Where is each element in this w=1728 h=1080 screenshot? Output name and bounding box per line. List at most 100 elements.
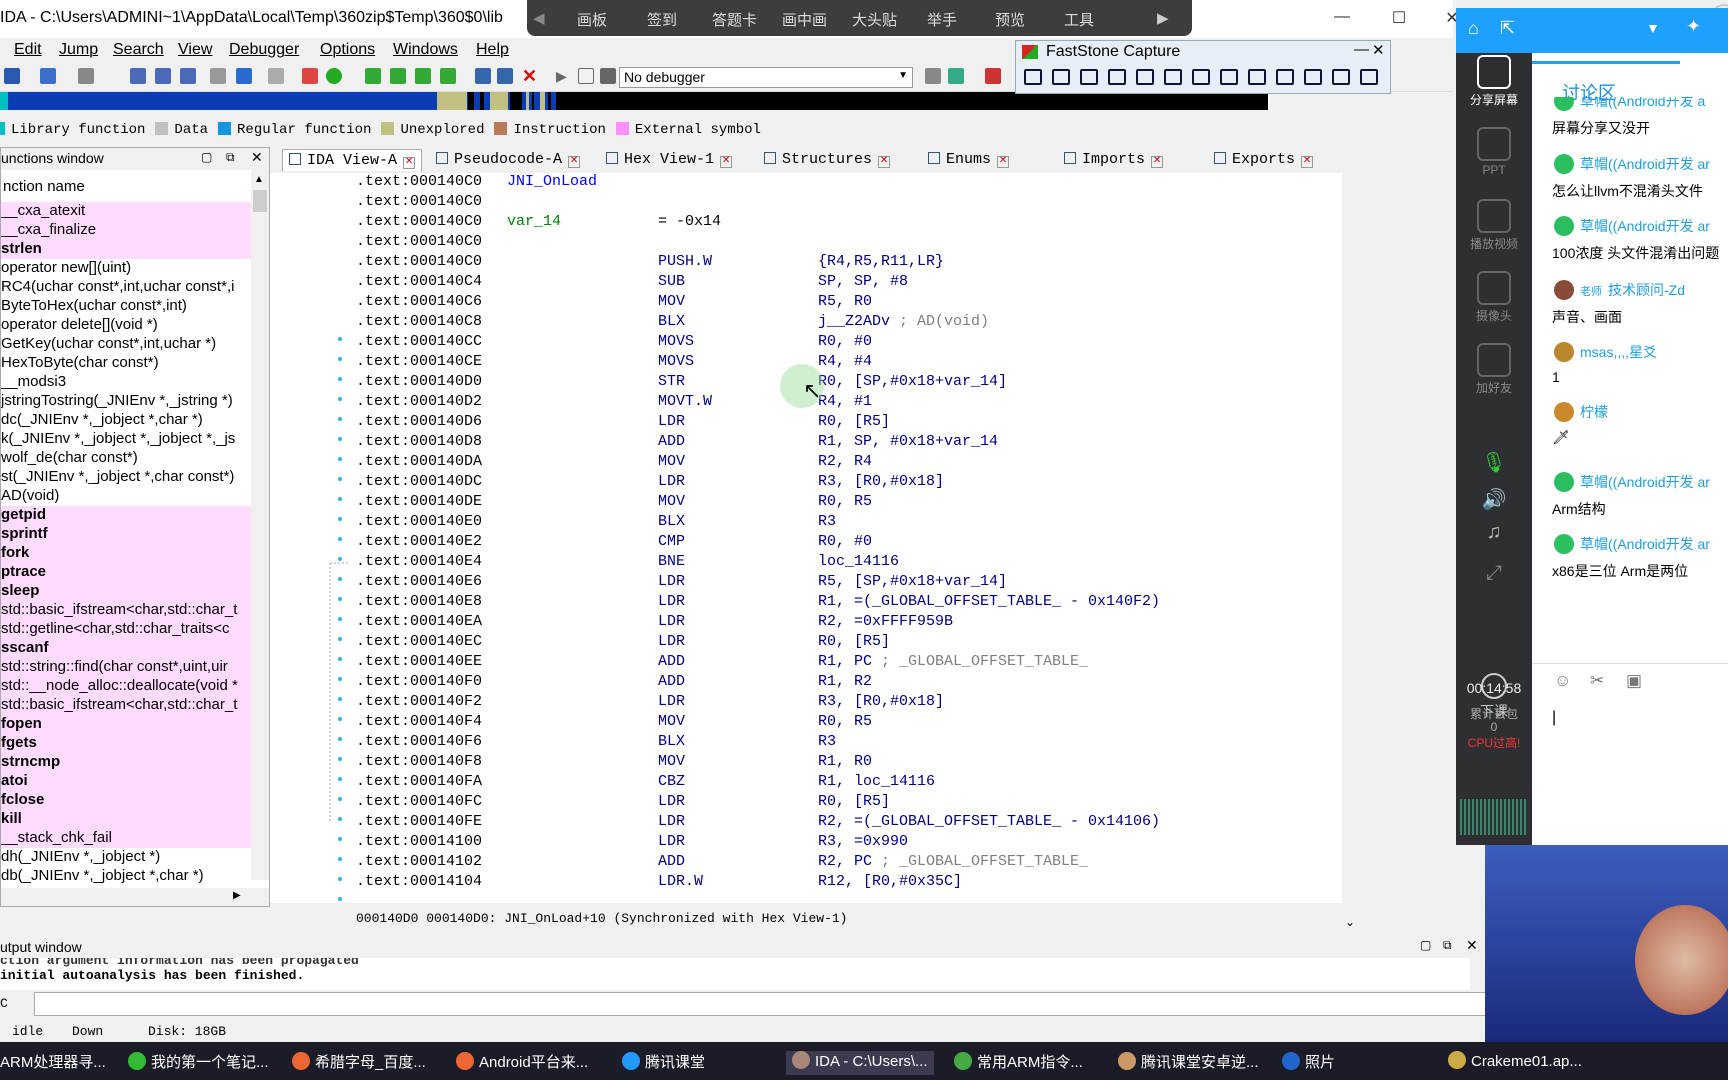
taskbar-item[interactable]: IDA - C:\Users\...: [786, 1051, 934, 1075]
recorder-item[interactable]: 举手: [927, 9, 957, 30]
chat-sender[interactable]: 草帽((Android开发 a: [1554, 97, 1705, 111]
menu-item[interactable]: Windows: [393, 41, 458, 59]
function-list-item[interactable]: strncmp: [1, 753, 251, 772]
fullscreen-icon[interactable]: ⤢: [1456, 562, 1532, 585]
recorder-item[interactable]: 预览: [995, 9, 1025, 30]
undefine-icon[interactable]: ✕: [522, 67, 538, 85]
breakpoint-dot[interactable]: [338, 777, 342, 781]
taskbar-item[interactable]: 常用ARM指令...: [954, 1051, 1083, 1075]
taskbar-item[interactable]: 我的第一个笔记...: [128, 1051, 269, 1075]
breakpoint-dot[interactable]: [338, 677, 342, 681]
back-icon[interactable]: [40, 68, 56, 84]
capture-tool-icon[interactable]: [1024, 69, 1042, 85]
code-line[interactable]: .text:000140EC LDR R0, [R5]: [356, 633, 890, 653]
align-icon[interactable]: [415, 68, 431, 84]
run-icon[interactable]: [326, 68, 342, 84]
tab-hex-view-1[interactable]: Hex View-1 ✕: [600, 149, 738, 171]
function-list-item[interactable]: jstringTostring(_JNIEnv *,_jstring *): [1, 392, 251, 411]
scroll-right-icon[interactable]: ▶: [233, 890, 241, 901]
breakpoint-dot[interactable]: [338, 337, 342, 341]
function-list-item[interactable]: fclose: [1, 791, 251, 810]
data-icon[interactable]: [390, 68, 406, 84]
capture-tool-icon[interactable]: [1276, 69, 1294, 85]
refresh-icon[interactable]: [948, 68, 964, 84]
attach-icon[interactable]: [925, 68, 941, 84]
function-list-item[interactable]: sleep: [1, 582, 251, 601]
command-input[interactable]: [34, 992, 1486, 1016]
code-line[interactable]: .text:000140C0 var_14 = -0x14: [356, 213, 721, 233]
breakpoint-dot[interactable]: [338, 477, 342, 481]
horizontal-scrollbar[interactable]: ▶: [1, 888, 269, 906]
chat-sender[interactable]: 草帽((Android开发 ar: [1554, 216, 1710, 236]
breakpoint-dot[interactable]: [338, 897, 342, 901]
function-list-item[interactable]: HexToByte(char const*): [1, 354, 251, 373]
breakpoint-dot[interactable]: [338, 617, 342, 621]
tab-close-icon[interactable]: ✕: [878, 156, 891, 168]
pause-icon[interactable]: [578, 68, 594, 84]
tab-imports[interactable]: Imports ✕: [1058, 149, 1169, 171]
save-icon[interactable]: [4, 68, 20, 84]
vertical-scrollbar[interactable]: ▲ ▼: [251, 170, 269, 901]
search-text-icon[interactable]: [180, 68, 196, 84]
function-list-item[interactable]: RC4(uchar const*,int,uchar const*,i: [1, 278, 251, 297]
search-next-icon[interactable]: [155, 68, 171, 84]
code-line[interactable]: .text:000140F8 MOV R1, R0: [356, 753, 872, 773]
code-line[interactable]: .text:00014100 LDR R3, =0x990: [356, 833, 908, 853]
function-list-item[interactable]: kill: [1, 810, 251, 829]
search-icon[interactable]: [130, 68, 146, 84]
share-out-icon[interactable]: ⇱: [1500, 18, 1515, 39]
emoji-icon[interactable]: ☺: [1554, 671, 1571, 691]
code-line[interactable]: .text:000140E0 BLX R3: [356, 513, 836, 533]
tab-close-icon[interactable]: ✕: [1301, 156, 1314, 168]
recorder-item[interactable]: 画中画: [782, 9, 827, 30]
breakpoint-dot[interactable]: [338, 397, 342, 401]
chat-sender[interactable]: msas,,,,星爻: [1554, 342, 1657, 362]
breakpoint-dot[interactable]: [338, 457, 342, 461]
function-list-item[interactable]: db(_JNIEnv *,_jobject *,char *): [1, 867, 251, 886]
function-list-item[interactable]: operator delete[](void *): [1, 316, 251, 335]
breakpoint-dot[interactable]: [338, 377, 342, 381]
menu-item[interactable]: Options: [320, 41, 375, 59]
side-item[interactable]: 摄像头: [1456, 271, 1532, 324]
chat-sender[interactable]: 草帽((Android开发 ar: [1554, 534, 1710, 554]
chat-sender[interactable]: 草帽((Android开发 ar: [1554, 154, 1710, 174]
function-list-item[interactable]: std::basic_ifstream<char,std::char_t: [1, 601, 251, 620]
capture-tool-icon[interactable]: [1220, 69, 1238, 85]
code-line[interactable]: .text:000140FE LDR R2, =(_GLOBAL_OFFSET_TA…: [356, 813, 1160, 833]
breakpoint-dot[interactable]: [338, 417, 342, 421]
code-line[interactable]: .text:000140FA CBZ R1, loc_14116: [356, 773, 935, 793]
tab-close-icon[interactable]: ✕: [720, 156, 733, 168]
recorder-item[interactable]: 工具: [1064, 9, 1094, 30]
recorder-item[interactable]: 签到: [647, 9, 677, 30]
breakpoint-dot[interactable]: [338, 797, 342, 801]
taskbar-item[interactable]: Crakeme01.ap...: [1448, 1051, 1582, 1075]
taskbar-item[interactable]: ARM处理器寻...: [0, 1051, 106, 1075]
float-icon[interactable]: ⧉: [1443, 938, 1452, 953]
breakpoint-icon[interactable]: [985, 68, 1001, 84]
string-icon[interactable]: [440, 68, 456, 84]
tab-ida-view-a[interactable]: IDA View-A ✕: [282, 149, 423, 171]
breakpoint-dot[interactable]: [338, 837, 342, 841]
capture-tool-icon[interactable]: [1248, 69, 1266, 85]
breakpoint-dot[interactable]: [338, 577, 342, 581]
code-line[interactable]: .text:000140C0: [356, 193, 482, 213]
taskbar-item[interactable]: Android平台来...: [456, 1051, 588, 1075]
code-line[interactable]: .text:000140D6 LDR R0, [R5]: [356, 413, 890, 433]
function-list-item[interactable]: std::__node_alloc::deallocate(void *: [1, 677, 251, 696]
function-list-item[interactable]: sscanf: [1, 639, 251, 658]
code-line[interactable]: .text:000140D8 ADD R1, SP, #0x18+var_14: [356, 433, 998, 453]
function-list-item[interactable]: __cxa_atexit: [1, 202, 251, 221]
function-list-item[interactable]: __cxa_finalize: [1, 221, 251, 240]
function-list-item[interactable]: std::string::find(char const*,uint,uir: [1, 658, 251, 677]
tab-close-icon[interactable]: ✕: [568, 156, 581, 168]
faststone-minimize-button[interactable]: —: [1354, 41, 1369, 58]
function-list-item[interactable]: __stack_chk_fail: [1, 829, 251, 848]
function-list-item[interactable]: atoi: [1, 772, 251, 791]
breakpoint-dot[interactable]: [338, 497, 342, 501]
code-line[interactable]: .text:000140CE MOVS R4, #4: [356, 353, 872, 373]
code-vertical-scrollbar[interactable]: ⌄: [1342, 173, 1360, 929]
chat-sender[interactable]: 柠檬: [1554, 402, 1608, 422]
function-list-item[interactable]: dc(_JNIEnv *,_jobject *,char *): [1, 411, 251, 430]
enum-icon[interactable]: [497, 68, 513, 84]
code-line[interactable]: .text:000140F0 ADD R1, R2: [356, 673, 872, 693]
